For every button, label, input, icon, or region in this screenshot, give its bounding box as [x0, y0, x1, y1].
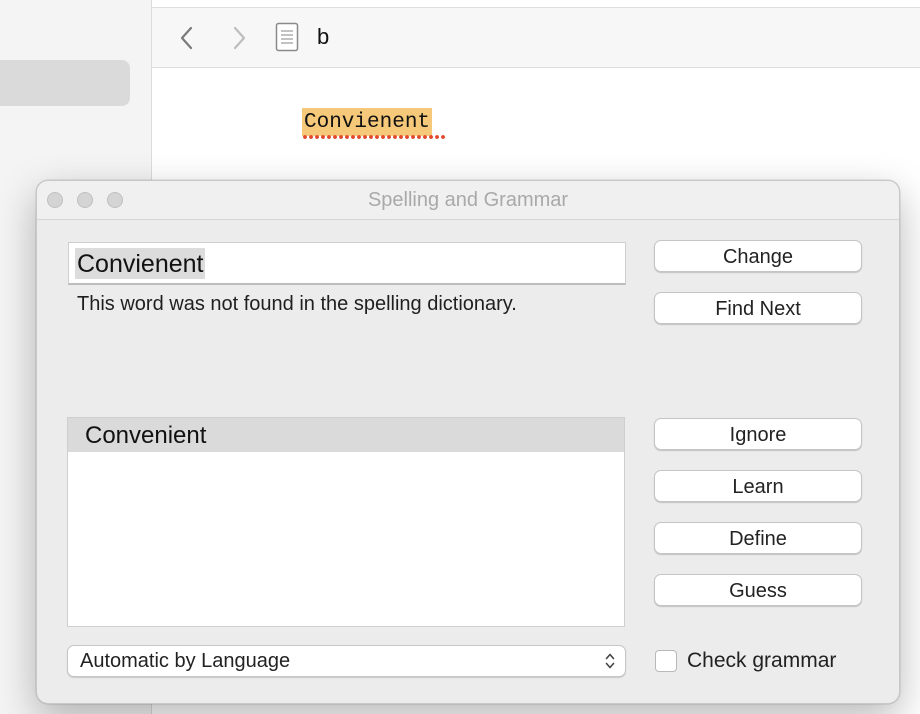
misspelled-word[interactable]: Convienent [302, 108, 433, 136]
forward-button[interactable] [228, 25, 252, 51]
status-message: This word was not found in the spelling … [77, 293, 517, 315]
chevron-updown-icon [605, 653, 615, 669]
panel-titlebar[interactable]: Spelling and Grammar [37, 181, 899, 220]
define-button[interactable]: Define [654, 522, 862, 554]
word-field-value: Convienent [75, 248, 206, 279]
check-grammar-checkbox[interactable] [655, 650, 677, 672]
misspelled-word-field[interactable]: Convienent [68, 242, 626, 285]
spelling-error-underline [302, 134, 446, 140]
suggestion-label: Convenient [85, 422, 207, 449]
language-select-value: Automatic by Language [80, 650, 291, 672]
sidebar-selected-item[interactable] [0, 60, 130, 106]
learn-button[interactable]: Learn [654, 470, 862, 502]
change-button[interactable]: Change [654, 240, 862, 272]
panel-title: Spelling and Grammar [367, 189, 569, 211]
back-button[interactable] [176, 25, 200, 51]
chevron-right-icon [233, 26, 246, 50]
toolbar: b [152, 8, 920, 68]
spelling-grammar-panel: Spelling and Grammar Convienent This wor… [36, 180, 900, 704]
list-item[interactable]: Convenient [68, 418, 624, 452]
guess-button[interactable]: Guess [654, 574, 862, 606]
document-title: b [317, 24, 330, 49]
suggestions-list[interactable]: Convenient [67, 417, 625, 627]
language-select[interactable]: Automatic by Language [67, 645, 626, 677]
chevron-left-icon [180, 26, 193, 50]
document-icon [275, 22, 299, 52]
check-grammar-label[interactable]: Check grammar [687, 649, 836, 673]
window-top-strip [152, 0, 920, 8]
find-next-button[interactable]: Find Next [654, 292, 862, 324]
ignore-button[interactable]: Ignore [654, 418, 862, 450]
